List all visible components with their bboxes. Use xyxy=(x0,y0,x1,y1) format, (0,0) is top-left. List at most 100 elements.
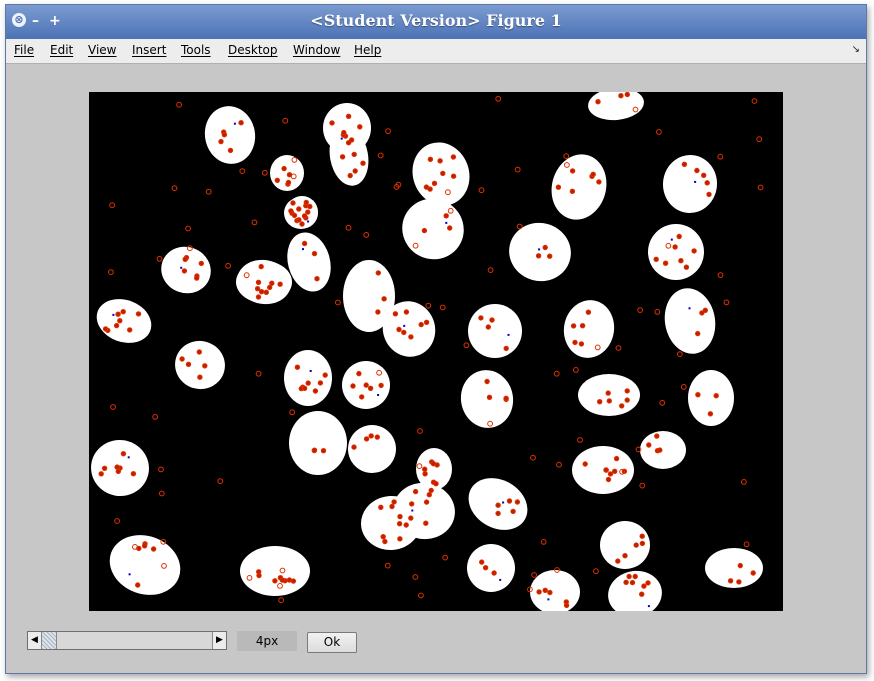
detection-marker xyxy=(442,554,449,561)
detection-marker xyxy=(267,284,273,291)
menu-tools[interactable]: Tools xyxy=(181,43,211,57)
slider-left-arrow-icon[interactable]: ◀ xyxy=(28,632,42,649)
menu-help[interactable]: Help xyxy=(354,43,381,57)
detection-marker xyxy=(227,147,234,154)
cell-region xyxy=(551,154,607,220)
detection-marker xyxy=(396,326,402,333)
detection-marker xyxy=(417,428,423,434)
detection-marker xyxy=(258,263,264,270)
detection-marker xyxy=(158,490,165,497)
detection-marker xyxy=(282,117,289,124)
detection-marker xyxy=(307,203,313,210)
detection-marker xyxy=(301,240,308,247)
detection-marker xyxy=(102,326,109,332)
detection-marker xyxy=(261,169,268,176)
detection-marker xyxy=(563,599,569,605)
detection-marker xyxy=(278,597,285,604)
detection-marker xyxy=(378,382,384,389)
detection-marker xyxy=(115,311,121,317)
detection-marker xyxy=(485,324,491,330)
ok-button[interactable]: Ok xyxy=(307,632,357,653)
detection-marker xyxy=(281,165,287,172)
cell-region xyxy=(662,155,718,213)
blue-marker xyxy=(538,248,541,251)
detection-marker xyxy=(645,580,651,586)
detection-marker xyxy=(217,478,224,485)
detection-marker xyxy=(556,461,562,468)
detection-marker xyxy=(662,260,669,266)
detection-marker xyxy=(290,200,296,206)
detection-marker xyxy=(612,468,618,474)
detection-marker xyxy=(426,492,432,498)
detection-marker xyxy=(756,136,763,143)
detection-marker xyxy=(615,345,622,351)
detection-marker xyxy=(713,393,719,399)
detection-marker xyxy=(613,455,620,462)
detection-marker xyxy=(101,465,108,471)
detection-marker xyxy=(737,562,743,569)
detection-marker xyxy=(254,286,261,292)
detection-marker xyxy=(341,129,347,136)
menu-view[interactable]: View xyxy=(88,43,116,57)
menu-window[interactable]: Window xyxy=(293,43,340,57)
menu-file[interactable]: File xyxy=(14,43,34,57)
detection-marker xyxy=(579,323,586,329)
detection-marker xyxy=(418,321,424,328)
detection-marker xyxy=(179,356,185,362)
detection-marker xyxy=(127,327,133,333)
title-bar: ⊗ – + <Student Version> Figure 1 xyxy=(6,5,866,39)
detection-marker xyxy=(656,129,662,135)
detection-marker xyxy=(301,385,308,391)
blue-marker xyxy=(233,122,236,125)
detection-marker xyxy=(114,518,121,524)
detection-marker xyxy=(277,281,283,287)
detection-marker xyxy=(408,515,414,521)
detection-marker xyxy=(296,217,302,223)
menu-edit[interactable]: Edit xyxy=(50,43,73,57)
detection-marker xyxy=(255,370,262,377)
menu-insert[interactable]: Insert xyxy=(132,43,166,57)
dock-figure-icon[interactable]: ↘ xyxy=(852,44,860,55)
detection-marker xyxy=(618,93,624,99)
detection-marker xyxy=(368,433,374,439)
cell-region xyxy=(236,261,292,303)
detection-marker xyxy=(311,250,318,257)
detection-marker xyxy=(352,168,358,174)
detection-marker xyxy=(409,501,415,507)
blue-marker xyxy=(340,137,343,140)
detection-marker xyxy=(585,309,592,315)
menu-desktop[interactable]: Desktop xyxy=(228,43,278,57)
detection-marker xyxy=(221,132,228,138)
detection-marker xyxy=(623,579,629,585)
detection-marker xyxy=(363,382,369,388)
detection-marker xyxy=(403,309,410,315)
detection-marker xyxy=(542,587,548,593)
detection-marker xyxy=(582,461,588,467)
detection-marker xyxy=(495,502,501,508)
detection-marker xyxy=(382,538,388,545)
window-title: <Student Version> Figure 1 xyxy=(310,11,562,30)
detection-marker xyxy=(639,533,645,539)
detection-marker xyxy=(305,209,311,215)
detection-marker xyxy=(401,329,407,336)
detection-marker xyxy=(487,267,494,274)
detection-marker xyxy=(757,184,764,191)
detection-marker xyxy=(516,223,523,230)
detection-marker xyxy=(289,409,296,416)
threshold-slider[interactable]: ◀ ▶ xyxy=(27,631,227,650)
cell-region xyxy=(688,370,734,426)
detection-marker xyxy=(514,499,521,505)
detection-marker xyxy=(595,99,601,105)
detection-marker xyxy=(597,399,603,405)
detection-marker xyxy=(578,341,585,347)
detection-marker xyxy=(681,161,688,168)
slider-right-arrow-icon[interactable]: ▶ xyxy=(212,632,226,649)
detection-marker xyxy=(540,539,547,545)
cell-region xyxy=(608,570,662,611)
detection-marker xyxy=(676,233,682,240)
detection-marker xyxy=(439,304,446,311)
slider-thumb[interactable] xyxy=(42,632,57,649)
image-axes[interactable] xyxy=(89,92,783,611)
detection-marker xyxy=(427,186,433,192)
detection-marker xyxy=(120,309,126,315)
